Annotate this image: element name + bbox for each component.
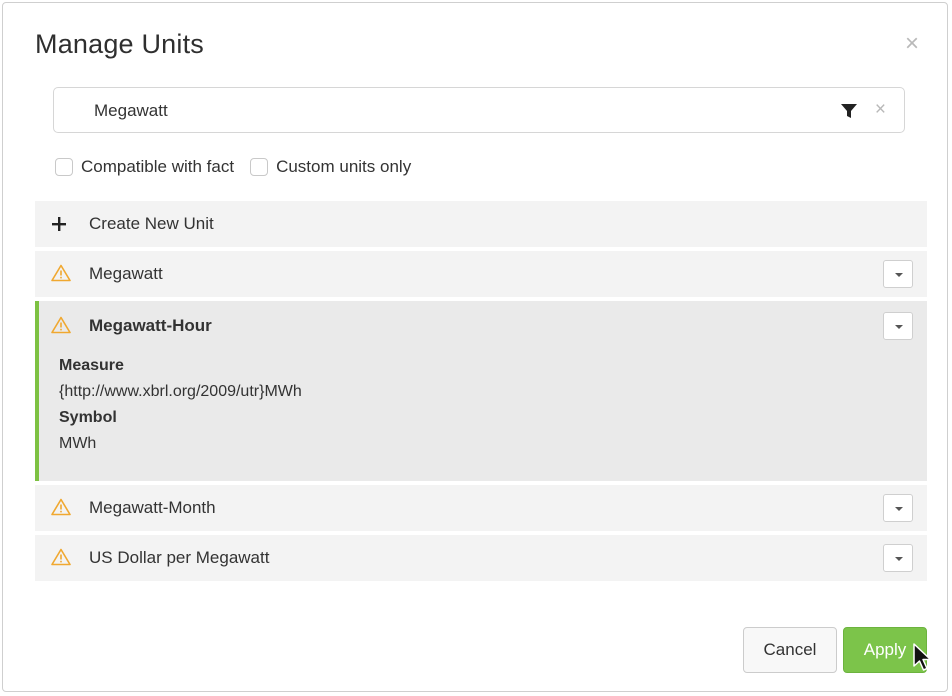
dialog-title: Manage Units (35, 29, 204, 59)
unit-name: Megawatt-Hour (89, 316, 212, 335)
unit-row-us-dollar-per-megawatt[interactable]: US Dollar per Megawatt (35, 535, 927, 581)
unit-row-megawatt-hour[interactable]: Megawatt-Hour Measure {http://www.xbrl.o… (35, 301, 927, 481)
unit-row-megawatt[interactable]: Megawatt (35, 251, 927, 297)
checkbox-label: Compatible with fact (81, 157, 235, 176)
search-input[interactable]: Megawatt (94, 101, 168, 121)
close-icon[interactable]: × (901, 32, 923, 56)
caret-down-icon (895, 273, 903, 277)
clear-icon[interactable]: × (875, 99, 886, 121)
symbol-value: MWh (59, 435, 97, 452)
checkbox-label: Custom units only (276, 157, 412, 176)
unit-menu-button[interactable] (883, 544, 913, 572)
compatible-with-fact-checkbox[interactable]: Compatible with fact (55, 157, 234, 177)
warning-icon (51, 264, 71, 282)
filter-checkboxes: Compatible with fact Custom units only (55, 157, 427, 177)
unit-name: US Dollar per Megawatt (89, 548, 270, 567)
unit-name: Megawatt-Month (89, 498, 216, 517)
unit-row-megawatt-month[interactable]: Megawatt-Month (35, 485, 927, 531)
unit-menu-button[interactable] (883, 494, 913, 522)
caret-down-icon (895, 325, 903, 329)
checkbox-box[interactable] (55, 158, 73, 176)
symbol-label: Symbol (59, 409, 117, 426)
unit-menu-button[interactable] (883, 260, 913, 288)
create-new-unit-label: Create New Unit (89, 214, 214, 233)
checkbox-box[interactable] (250, 158, 269, 176)
unit-name: Megawatt (89, 264, 163, 283)
measure-value: {http://www.xbrl.org/2009/utr}MWh (59, 383, 302, 400)
search-field[interactable]: Megawatt × (53, 87, 905, 133)
mouse-pointer-icon (913, 643, 932, 671)
unit-details: Measure {http://www.xbrl.org/2009/utr}MW… (59, 353, 302, 457)
filter-icon[interactable] (840, 102, 858, 120)
warning-icon (51, 316, 71, 334)
measure-label: Measure (59, 357, 124, 374)
unit-menu-button[interactable] (883, 312, 913, 340)
cancel-button[interactable]: Cancel (743, 627, 837, 673)
warning-icon (51, 548, 71, 566)
caret-down-icon (895, 557, 903, 561)
create-new-unit-row[interactable]: Create New Unit (35, 201, 927, 247)
manage-units-dialog: Manage Units × Megawatt × Compatible wit… (2, 2, 948, 692)
warning-icon (51, 498, 71, 516)
caret-down-icon (895, 507, 903, 511)
custom-units-only-checkbox[interactable]: Custom units only (250, 157, 411, 177)
plus-icon (52, 217, 66, 231)
